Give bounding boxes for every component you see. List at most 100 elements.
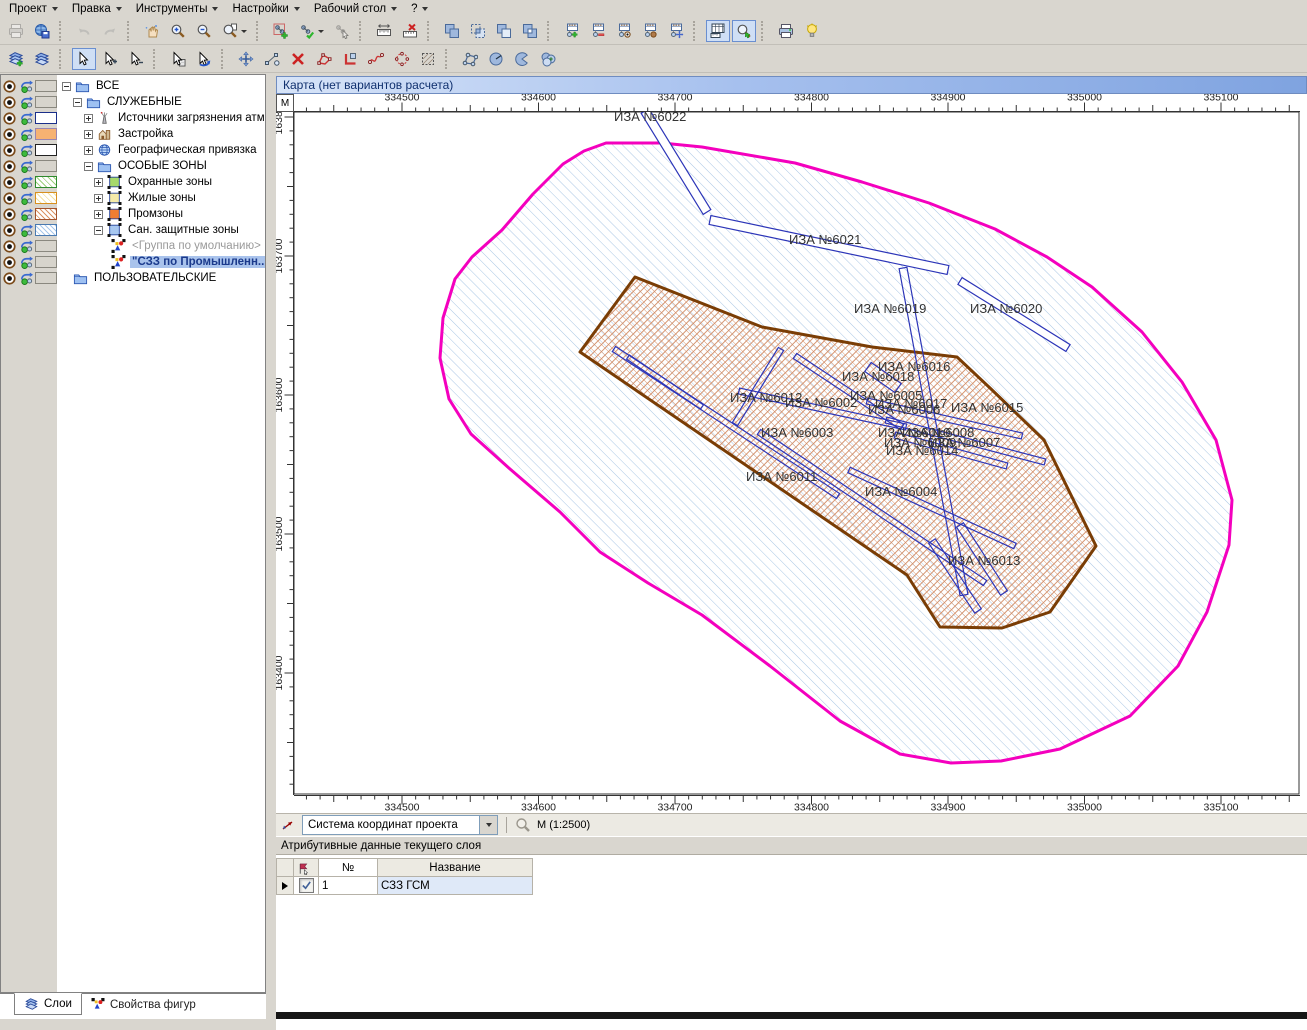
redo-button[interactable] (98, 20, 122, 42)
print-button[interactable] (4, 20, 28, 42)
zoom-in-button[interactable] (166, 20, 190, 42)
select-add-button[interactable] (98, 48, 122, 70)
layer-row-9[interactable]: Сан. защитные зоны (1, 222, 265, 238)
layer-visibility-icon[interactable] (1, 111, 18, 126)
layer-row-8[interactable]: Промзоны (1, 206, 265, 222)
coord-system-select[interactable]: Система координат проекта (302, 815, 498, 835)
layer-visibility-icon[interactable] (1, 127, 18, 142)
delete-object-button[interactable] (286, 48, 310, 70)
attr-move-button[interactable] (664, 20, 688, 42)
layer-style-swatch[interactable] (35, 224, 57, 236)
menu--[interactable]: ? (404, 2, 435, 16)
layer-style-swatch[interactable] (35, 80, 57, 92)
tree-expander-minus[interactable] (62, 82, 71, 91)
zoom-extent-button[interactable] (218, 20, 251, 42)
checkbox-column-header[interactable] (294, 859, 319, 877)
tree-expander-plus[interactable] (94, 178, 103, 187)
row-checkbox-cell[interactable] (294, 877, 319, 895)
tree-expander-minus[interactable] (73, 98, 82, 107)
attr-add-button[interactable] (560, 20, 584, 42)
bool-intersect-button[interactable] (466, 20, 490, 42)
tree-expander-plus[interactable] (84, 114, 93, 123)
select-undo-button[interactable] (192, 48, 216, 70)
layer-style-swatch[interactable] (35, 240, 57, 252)
name-column-header[interactable]: Название (378, 859, 533, 877)
layer-visibility-icon[interactable] (1, 95, 18, 110)
panel-splitter[interactable] (266, 74, 276, 1019)
layer-print-icon[interactable] (18, 191, 35, 206)
layer-style-swatch[interactable] (35, 96, 57, 108)
layer-print-icon[interactable] (18, 79, 35, 94)
toggle-zoom-objects-button[interactable] (732, 20, 756, 42)
measure-ruler-button[interactable] (372, 20, 396, 42)
layer-row-5[interactable]: ОСОБЫЕ ЗОНЫ (1, 158, 265, 174)
tree-expander-plus[interactable] (84, 146, 93, 155)
bool-subtract-button[interactable] (492, 20, 516, 42)
layer-print-icon[interactable] (18, 95, 35, 110)
clear-measure-button[interactable] (398, 20, 422, 42)
zoom-out-button[interactable] (192, 20, 216, 42)
toggle-rulers-button[interactable] (706, 20, 730, 42)
bool-union-button[interactable] (440, 20, 464, 42)
layer-row-1[interactable]: СЛУЖЕБНЫЕ (1, 94, 265, 110)
layer-visibility-icon[interactable] (1, 159, 18, 174)
layer-row-10[interactable]: <Группа по умолчанию> (1, 238, 265, 254)
attr-style-button[interactable] (638, 20, 662, 42)
layer-visibility-icon[interactable] (1, 175, 18, 190)
edit-polyline-button[interactable] (364, 48, 388, 70)
map-title-bar[interactable]: Карта (нет вариантов расчета) (276, 76, 1307, 94)
map-canvas[interactable]: ИЗА №6022ИЗА №6021ИЗА №6019ИЗА №6020ИЗА … (294, 112, 1300, 795)
layer-visibility-icon[interactable] (1, 207, 18, 222)
layer-visibility-icon[interactable] (1, 271, 18, 286)
menu-правка[interactable]: Правка (65, 2, 129, 16)
row-num-cell[interactable]: 1 (319, 877, 378, 895)
layer-style-swatch[interactable] (35, 256, 57, 268)
layer-print-icon[interactable] (18, 223, 35, 238)
draw-sector-button[interactable] (484, 48, 508, 70)
edit-hatch-button[interactable] (416, 48, 440, 70)
edit-circle-button[interactable] (390, 48, 414, 70)
tips-button[interactable] (800, 20, 824, 42)
attribute-row[interactable]: 1 СЗЗ ГСМ (277, 877, 533, 895)
layer-style-swatch[interactable] (35, 208, 57, 220)
draw-polygon-button[interactable] (458, 48, 482, 70)
layer-print-icon[interactable] (18, 143, 35, 158)
layer-style-swatch[interactable] (35, 192, 57, 204)
layer-row-0[interactable]: ВСЕ (1, 78, 265, 94)
row-checkbox[interactable] (299, 878, 314, 893)
tree-expander-minus[interactable] (84, 162, 93, 171)
layer-print-icon[interactable] (18, 127, 35, 142)
layer-style-swatch[interactable] (35, 272, 57, 284)
layer-row-11[interactable]: "СЗЗ по Промышленн... (1, 254, 265, 270)
tree-expander-minus[interactable] (94, 226, 103, 235)
layers-list-button[interactable] (30, 48, 54, 70)
undo-button[interactable] (72, 20, 96, 42)
layer-style-swatch[interactable] (35, 144, 57, 156)
num-column-header[interactable]: № (319, 859, 378, 877)
layer-print-icon[interactable] (18, 159, 35, 174)
layer-print-icon[interactable] (18, 255, 35, 270)
layer-style-swatch[interactable] (35, 128, 57, 140)
layer-row-6[interactable]: Охранные зоны (1, 174, 265, 190)
bool-xor-button[interactable] (518, 20, 542, 42)
tree-expander-plus[interactable] (94, 210, 103, 219)
apply-objects-button[interactable] (295, 20, 328, 42)
layer-style-swatch[interactable] (35, 176, 57, 188)
layer-visibility-icon[interactable] (1, 79, 18, 94)
tree-expander-plus[interactable] (94, 194, 103, 203)
print-map-button[interactable] (774, 20, 798, 42)
pan-hand-button[interactable] (140, 20, 164, 42)
tab-layers[interactable]: Слои (14, 993, 82, 1015)
layer-style-swatch[interactable] (35, 160, 57, 172)
layer-row-12[interactable]: ПОЛЬЗОВАТЕЛЬСКИЕ (1, 270, 265, 286)
layer-print-icon[interactable] (18, 271, 35, 286)
tab-figure-properties[interactable]: Свойства фигур (82, 995, 205, 1014)
attr-remove-button[interactable] (586, 20, 610, 42)
menu-рабочий-стол[interactable]: Рабочий стол (307, 2, 404, 16)
layer-print-icon[interactable] (18, 111, 35, 126)
menu-инструменты[interactable]: Инструменты (129, 2, 226, 16)
layer-print-icon[interactable] (18, 175, 35, 190)
tree-expander-plus[interactable] (84, 130, 93, 139)
layer-row-7[interactable]: Жилые зоны (1, 190, 265, 206)
layer-style-swatch[interactable] (35, 112, 57, 124)
